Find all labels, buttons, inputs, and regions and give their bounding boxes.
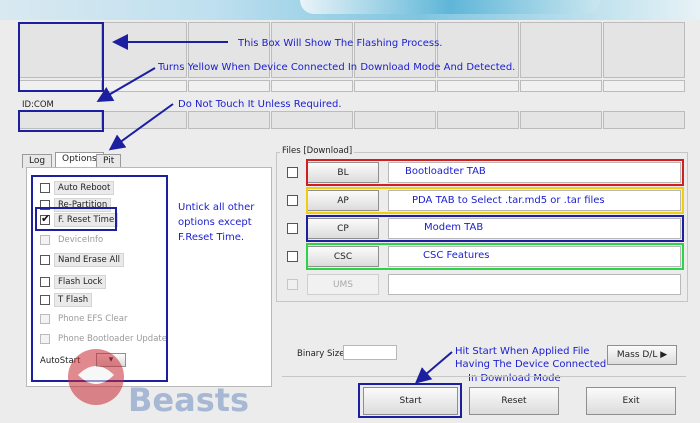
arrow-turns-yellow (96, 67, 156, 103)
arrow-hit-start (414, 351, 453, 384)
arrow-do-not-touch (108, 103, 174, 151)
annotation-arrows (96, 34, 453, 384)
